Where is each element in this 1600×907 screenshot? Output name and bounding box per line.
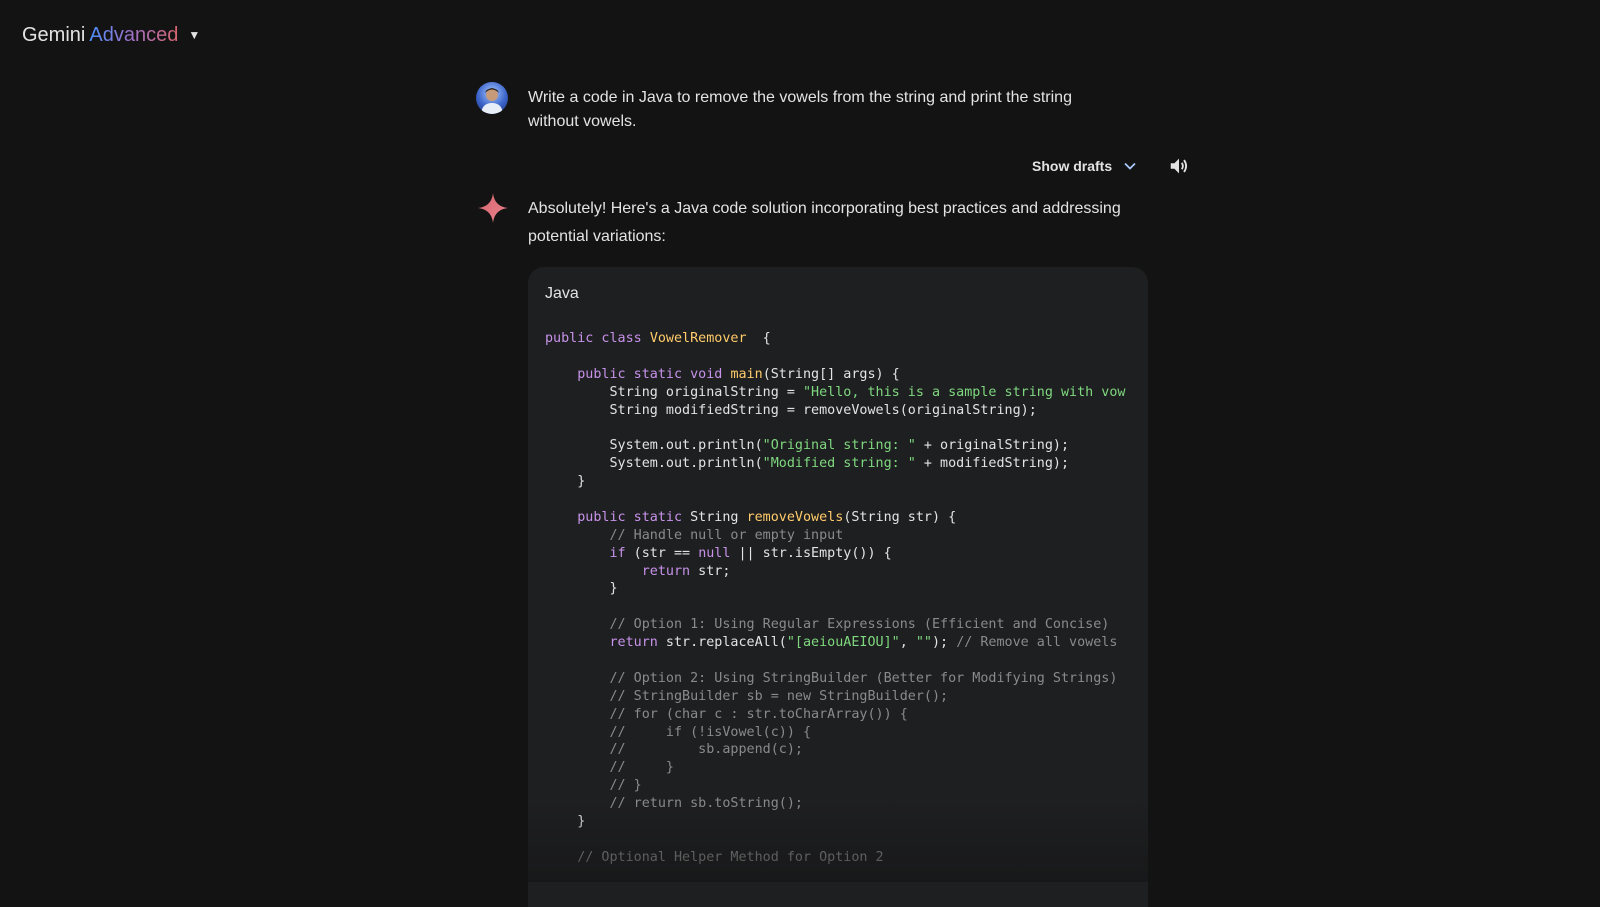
code-line: return str.replaceAll("[aeiouAEIOU]", ""… [545, 634, 1145, 652]
code-token: public static void [577, 366, 731, 382]
code-token: // Remove all vowels [956, 635, 1118, 651]
code-line: // } [545, 777, 1145, 795]
code-line: // } [545, 759, 1145, 777]
code-token: System.out.println( [545, 456, 763, 472]
show-drafts-button[interactable]: Show drafts [1032, 155, 1138, 177]
code-token: "Modified string: " [762, 456, 916, 472]
read-aloud-button[interactable] [1168, 155, 1190, 177]
code-token: return [641, 563, 691, 579]
code-token: // for (char c : str.toCharArray()) { [545, 706, 908, 722]
code-line: // if (!isVowel(c)) { [545, 724, 1145, 742]
user-prompt-text: Write a code in Java to remove the vowel… [528, 89, 1072, 130]
code-token: main [730, 366, 763, 382]
code-token: ); [932, 635, 957, 651]
code-token: // } [545, 778, 642, 794]
code-token: public static [577, 509, 691, 525]
brand-name: Gemini [22, 23, 86, 46]
code-token: } [545, 814, 586, 830]
code-token: // sb.append(c); [545, 742, 803, 758]
code-token: // return sb.toString(); [545, 796, 803, 812]
code-line: // Option 2: Using StringBuilder (Better… [545, 670, 1145, 688]
code-line: } [545, 473, 1145, 491]
code-token: System.out.println( [545, 438, 763, 454]
code-token: // if (!isVowel(c)) { [545, 724, 812, 740]
code-token: if [609, 545, 626, 561]
code-token: "Original string: " [762, 438, 916, 454]
code-line: public static void main(String[] args) { [545, 366, 1145, 384]
code-token: (String str) { [843, 509, 957, 525]
code-line: System.out.println("Modified string: " +… [545, 455, 1145, 473]
user-avatar [476, 82, 508, 114]
code-language-label: Java [545, 285, 579, 302]
code-token: removeVowels [746, 509, 844, 525]
code-line: // Optional Helper Method for Option 2 [545, 849, 1145, 867]
code-token: { [746, 331, 771, 346]
code-token: "[aeiouAEIOU]" [786, 635, 900, 651]
code-line: if (str == null || str.isEmpty()) { [545, 545, 1145, 563]
code-token: VowelRemover [649, 331, 747, 346]
code-line: } [545, 813, 1145, 831]
code-token: // Optional Helper Method for Option 2 [545, 849, 884, 865]
code-token: "" [915, 635, 932, 651]
code-line: } [545, 580, 1145, 598]
code-line: public static String removeVowels(String… [545, 509, 1145, 527]
code-token: || str.isEmpty()) { [730, 545, 892, 561]
code-token: // } [545, 760, 674, 776]
code-token: // Option 1: Using Regular Expressions (… [545, 617, 1110, 633]
code-token: (String[] args) { [762, 366, 900, 382]
code-line: public class VowelRemover { [545, 330, 1145, 348]
code-line: String modifiedString = removeVowels(ori… [545, 402, 1145, 420]
code-line: // Option 1: Using Regular Expressions (… [545, 616, 1145, 634]
code-token: } [545, 581, 618, 597]
code-token: String modifiedString = removeVowels(ori… [545, 402, 1037, 418]
code-line: String originalString = "Hello, this is … [545, 384, 1145, 402]
code-token: (str == [625, 545, 699, 561]
code-token: // Option 2: Using StringBuilder (Better… [545, 670, 1118, 686]
code-token: + modifiedString); [915, 456, 1070, 472]
code-block: Java public class VowelRemover { public … [528, 267, 1148, 907]
code-content: public class VowelRemover { public stati… [545, 330, 1145, 867]
brand-tier: Advanced [89, 23, 179, 46]
code-token: , [899, 635, 916, 651]
code-line: // return sb.toString(); [545, 795, 1145, 813]
code-line: return str; [545, 563, 1145, 581]
code-token: // Handle null or empty input [545, 527, 844, 543]
caret-down-icon: ▼ [188, 28, 201, 42]
chevron-down-icon [1124, 162, 1136, 170]
code-token: str; [690, 563, 731, 579]
code-token: String [690, 509, 747, 525]
speaker-icon [1170, 158, 1188, 174]
model-selector[interactable]: Gemini Advanced ▼ [22, 22, 200, 48]
show-drafts-label: Show drafts [1032, 158, 1113, 174]
code-token: } [545, 474, 586, 490]
code-token: String originalString = [545, 384, 803, 400]
code-token: public class [545, 331, 650, 346]
code-token: "Hello, this is a sample string with vow [802, 384, 1126, 400]
code-token: str.replaceAll( [657, 635, 787, 651]
code-line: // sb.append(c); [545, 741, 1145, 759]
gemini-sparkle-icon [477, 192, 509, 224]
code-line: System.out.println("Original string: " +… [545, 437, 1145, 455]
code-line: // for (char c : str.toCharArray()) { [545, 706, 1145, 724]
response-intro-text: Absolutely! Here's a Java code solution … [528, 200, 1121, 245]
code-token: + originalString); [915, 438, 1070, 454]
code-token: // StringBuilder sb = new StringBuilder(… [545, 688, 949, 704]
code-line: // Handle null or empty input [545, 527, 1145, 545]
code-token: null [698, 545, 731, 561]
code-line: // StringBuilder sb = new StringBuilder(… [545, 688, 1145, 706]
code-token: return [609, 635, 658, 651]
